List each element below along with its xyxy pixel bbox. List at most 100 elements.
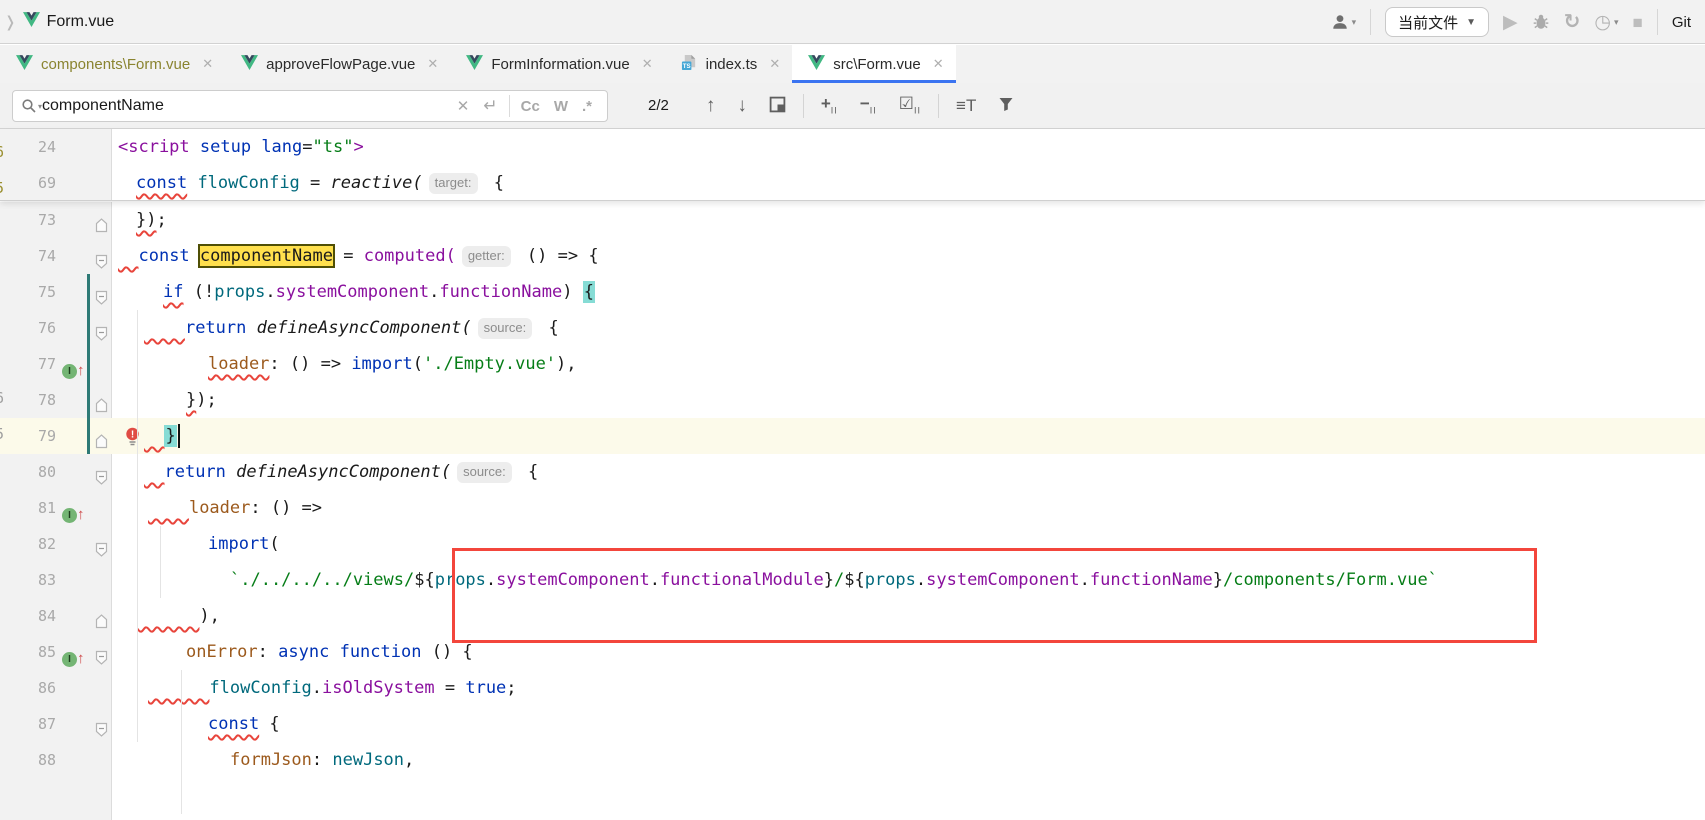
tab-src-Form.vue[interactable]: src\Form.vue ✕ xyxy=(792,45,955,83)
line-number: 82 xyxy=(0,526,56,562)
line-number: 88 xyxy=(0,742,56,778)
indent-guide xyxy=(160,526,161,598)
parameter-inlay-hint: getter: xyxy=(462,246,511,267)
toolbar-separator xyxy=(1370,9,1371,35)
code-text: formJson: newJson, xyxy=(118,742,414,778)
code-text: loader: () => import('./Empty.vue'), xyxy=(118,346,577,382)
code-line-86[interactable]: 86 flowConfig.isOldSystem = true; xyxy=(0,670,1705,706)
tab-index.ts[interactable]: TS index.ts ✕ xyxy=(665,45,793,83)
profiler-button[interactable]: ◷ ▾ xyxy=(1594,13,1618,32)
tab-label: src\Form.vue xyxy=(833,56,921,73)
tab-label: index.ts xyxy=(706,56,758,73)
next-occurrence-button[interactable]: ↓ xyxy=(726,96,758,115)
code-text: flowConfig.isOldSystem = true; xyxy=(118,670,517,706)
tab-close-icon[interactable]: ✕ xyxy=(642,56,653,72)
breadcrumb-file-name[interactable]: Form.vue xyxy=(47,13,115,31)
user-avatar-icon[interactable]: ▾ xyxy=(1331,13,1357,31)
line-number: 87 xyxy=(0,706,56,742)
stop-button[interactable]: ■ xyxy=(1633,14,1643,31)
editor-tab-strip: components\Form.vue✕approveFlowPage.vue✕… xyxy=(0,45,1705,83)
code-line-81[interactable]: 81I↑ loader: () => xyxy=(0,490,1705,526)
clipped-line-number-fragment: 5 xyxy=(0,425,9,443)
code-line-24[interactable]: 24<script setup lang="ts"> xyxy=(0,129,1705,165)
parameter-inlay-hint: source: xyxy=(478,318,533,339)
code-line-73[interactable]: 73}); xyxy=(0,202,1705,238)
run-button[interactable]: ▶ xyxy=(1503,13,1518,32)
line-number: 86 xyxy=(0,670,56,706)
vcs-change-bar[interactable] xyxy=(87,274,90,454)
tab-components-Form.vue[interactable]: components\Form.vue ✕ xyxy=(0,45,225,83)
clipped-line-number-fragment: 6 xyxy=(0,389,9,407)
code-line-75[interactable]: 75 if (!props.systemComponent.functionNam… xyxy=(0,274,1705,310)
code-text: ), xyxy=(118,598,220,634)
code-text: const componentName = computed(getter: (… xyxy=(118,238,599,274)
run-configuration-select[interactable]: 当前文件 ▼ xyxy=(1385,7,1489,37)
user-dropdown-caret-icon: ▾ xyxy=(1352,18,1357,27)
line-number: 73 xyxy=(0,202,56,238)
remove-occurrence-button[interactable]: −II xyxy=(849,95,888,115)
code-line-74[interactable]: 74 const componentName = computed(getter… xyxy=(0,238,1705,274)
line-number: 81 xyxy=(0,490,56,526)
line-number: 75 xyxy=(0,274,56,310)
code-line-78[interactable]: 78}); xyxy=(0,382,1705,418)
line-number: 76 xyxy=(0,310,56,346)
debug-button[interactable] xyxy=(1532,13,1550,31)
code-editor[interactable]: 24<script setup lang="ts">69const flowCo… xyxy=(0,129,1705,820)
newline-icon[interactable]: ↵ xyxy=(476,96,504,116)
indent-guide xyxy=(137,454,138,742)
code-line-77[interactable]: 77I↑loader: () => import('./Empty.vue'), xyxy=(0,346,1705,382)
select-all-occurrences-button[interactable]: ☑II xyxy=(888,95,932,115)
run-with-coverage-button[interactable]: ↻ xyxy=(1564,12,1581,32)
tab-close-icon[interactable]: ✕ xyxy=(933,56,944,72)
tab-approveFlowPage.vue[interactable]: approveFlowPage.vue✕ xyxy=(225,45,450,83)
line-number: 80 xyxy=(0,454,56,490)
search-icon[interactable]: ▾ xyxy=(21,98,42,114)
clear-search-icon[interactable]: ✕ xyxy=(450,97,477,115)
code-text: if (!props.systemComponent.functionName)… xyxy=(118,274,595,310)
previous-occurrence-button[interactable]: ↑ xyxy=(695,96,727,115)
filter-lines-button[interactable]: ≡T xyxy=(945,97,987,114)
code-text: import( xyxy=(118,526,280,562)
line-number: 84 xyxy=(0,598,56,634)
vue-file-icon xyxy=(23,12,40,32)
vue-file-icon xyxy=(808,55,825,74)
code-text: onError: async function () { xyxy=(118,634,473,670)
code-line-87[interactable]: 87const { xyxy=(0,706,1705,742)
search-input[interactable] xyxy=(42,97,450,115)
words-toggle[interactable]: W xyxy=(547,98,575,115)
annotation-red-box xyxy=(452,548,1537,643)
title-bar: ❭ Form.vue ▾ 当前文件 ▼ ▶ ↻ ◷ ▾ ■ Git xyxy=(0,0,1705,44)
search-filter-button[interactable] xyxy=(987,96,1025,115)
tab-FormInformation.vue[interactable]: FormInformation.vue✕ xyxy=(450,45,664,83)
add-occurrence-button[interactable]: +II xyxy=(810,95,849,115)
code-text: }); xyxy=(118,382,217,418)
toolbar-separator xyxy=(1657,9,1658,35)
typescript-file-icon: TS xyxy=(681,54,698,75)
code-line-69[interactable]: 69const flowConfig = reactive(target: { xyxy=(0,165,1705,201)
search-field-separator xyxy=(509,95,510,117)
breadcrumb-chevron-icon: ❭ xyxy=(4,13,17,31)
search-field[interactable]: ▾ ✕ ↵ Cc W .* xyxy=(12,90,608,122)
code-text: }); xyxy=(118,202,167,238)
tab-close-icon[interactable]: ✕ xyxy=(769,56,780,72)
code-line-88[interactable]: 88 formJson: newJson, xyxy=(0,742,1705,778)
tab-close-icon[interactable]: ✕ xyxy=(202,56,213,72)
regex-toggle[interactable]: .* xyxy=(575,98,599,115)
code-text: } xyxy=(118,418,180,454)
clipped-line-number-fragment: 5 xyxy=(0,179,9,197)
code-text: loader: () => xyxy=(118,490,322,526)
code-line-79[interactable]: 79! } xyxy=(0,418,1705,454)
match-case-toggle[interactable]: Cc xyxy=(514,98,547,115)
clipped-line-number-fragment: 6 xyxy=(0,143,9,161)
profiler-caret-icon: ▾ xyxy=(1614,18,1619,27)
tab-label: components\Form.vue xyxy=(41,56,190,73)
match-count: 2/2 xyxy=(648,97,669,114)
find-in-selection-button[interactable] xyxy=(758,96,797,116)
vue-file-icon xyxy=(241,55,258,74)
search-bar-separator xyxy=(938,94,939,118)
git-menu[interactable]: Git xyxy=(1672,14,1691,31)
tab-close-icon[interactable]: ✕ xyxy=(427,56,438,72)
code-line-76[interactable]: 76 return defineAsyncComponent(source: { xyxy=(0,310,1705,346)
line-number: 83 xyxy=(0,562,56,598)
code-line-80[interactable]: 80 return defineAsyncComponent(source: { xyxy=(0,454,1705,490)
